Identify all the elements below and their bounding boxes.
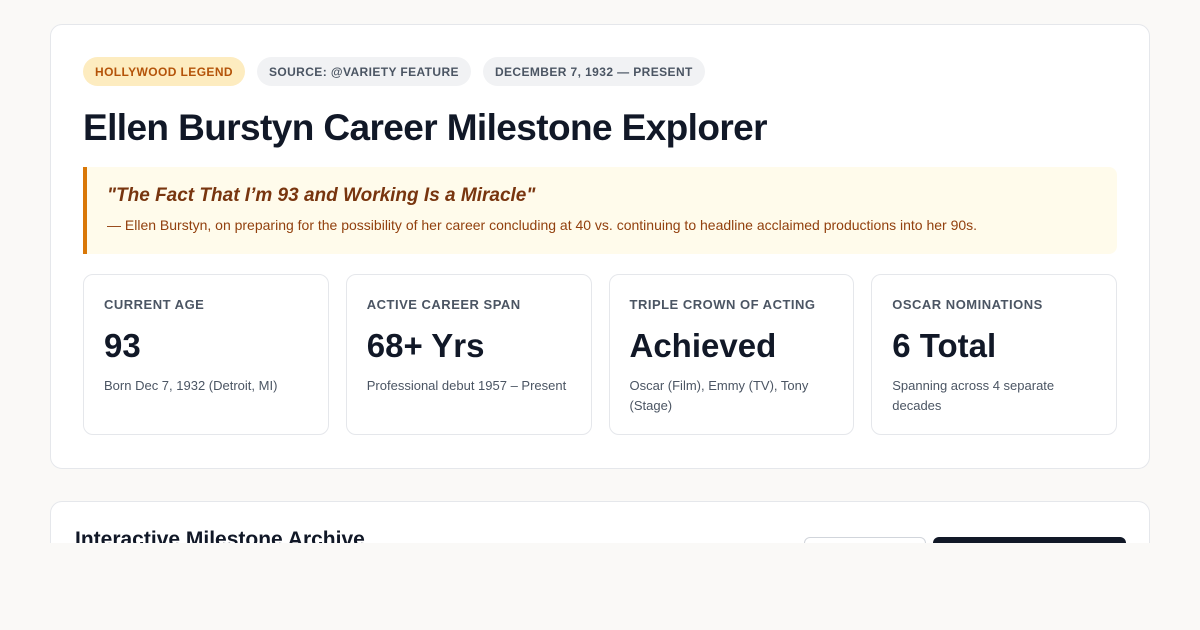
page-title: Ellen Burstyn Career Milestone Explorer (83, 107, 768, 148)
stat-label: ACTIVE CAREER SPAN (366, 297, 521, 312)
legend-badge: HOLLYWOOD LEGEND (83, 57, 245, 86)
stat-value: 6 Total (892, 327, 997, 364)
stat-card-current-age: CURRENT AGE 93 Born Dec 7, 1932 (Detroit… (83, 274, 329, 435)
stat-value: 68+ Yrs (366, 327, 485, 364)
stat-subtext: Spanning across 4 separate decades (892, 378, 1055, 413)
viewport: HOLLYWOOD LEGEND SOURCE: @VARIETY FEATUR… (0, 0, 1200, 543)
hero-card: HOLLYWOOD LEGEND SOURCE: @VARIETY FEATUR… (50, 24, 1150, 469)
stat-label: TRIPLE CROWN OF ACTING (629, 297, 816, 312)
milestone-archive-card: Interactive Milestone Archive (50, 501, 1150, 543)
stat-card-career-span: ACTIVE CAREER SPAN 68+ Yrs Professional … (345, 274, 592, 435)
stat-value: Achieved (629, 327, 777, 364)
stat-card-triple-crown: TRIPLE CROWN OF ACTING Achieved Oscar (F… (608, 274, 855, 435)
stats-row: CURRENT AGE 93 Born Dec 7, 1932 (Detroit… (83, 274, 1117, 435)
archive-secondary-button[interactable] (804, 537, 926, 543)
stat-value: 93 (104, 327, 141, 364)
stat-card-oscar-nominations: OSCAR NOMINATIONS 6 Total Spanning acros… (871, 274, 1117, 435)
stat-label: OSCAR NOMINATIONS (892, 297, 1043, 312)
stat-label: CURRENT AGE (104, 297, 205, 312)
date-range-badge: DECEMBER 7, 1932 — PRESENT (482, 57, 705, 86)
quote-attribution: — Ellen Burstyn, on preparing for the po… (107, 217, 978, 233)
stat-subtext: Oscar (Film), Emmy (TV), Tony (Stage) (629, 378, 809, 413)
badge-row: HOLLYWOOD LEGEND SOURCE: @VARIETY FEATUR… (83, 57, 1117, 86)
archive-primary-button[interactable] (933, 537, 1126, 543)
stat-subtext: Born Dec 7, 1932 (Detroit, MI) (104, 378, 278, 393)
source-badge: SOURCE: @VARIETY FEATURE (256, 57, 471, 86)
quote-text: "The Fact That I’m 93 and Working Is a M… (107, 185, 536, 206)
stat-subtext: Professional debut 1957 – Present (366, 378, 567, 393)
quote-callout: "The Fact That I’m 93 and Working Is a M… (83, 167, 1117, 254)
